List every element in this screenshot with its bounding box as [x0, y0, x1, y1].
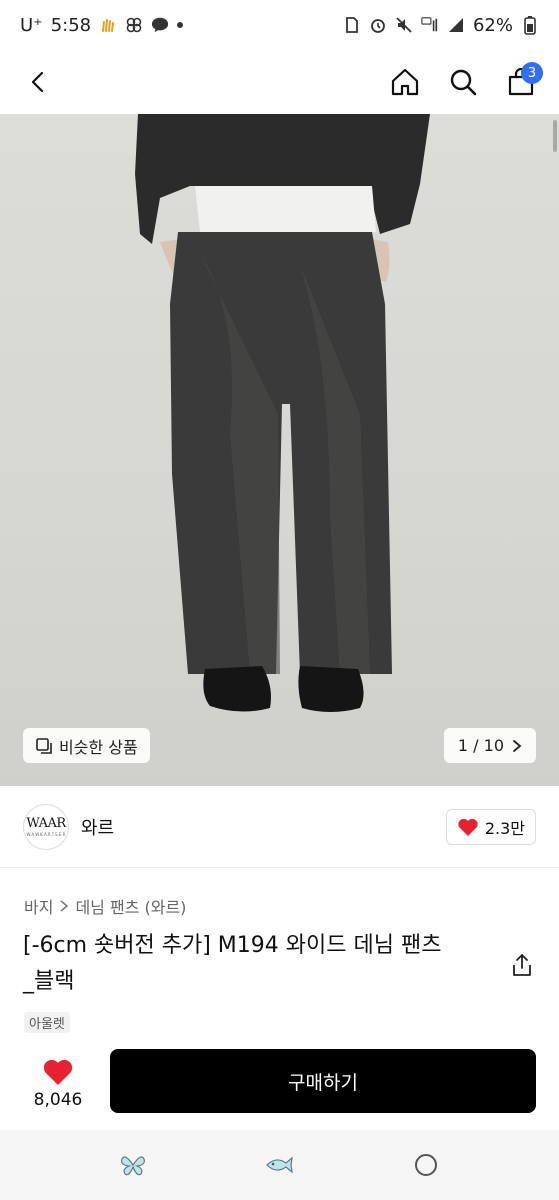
battery-level: 62%	[472, 14, 513, 36]
bottom-nav	[0, 1130, 559, 1200]
status-bar: U⁺ 5:58 62%	[0, 0, 559, 50]
circle-home-icon	[414, 1154, 437, 1176]
breadcrumb-item-category[interactable]: 바지	[24, 894, 53, 918]
gesture-app-icon	[99, 16, 117, 34]
fish-icon	[266, 1156, 294, 1174]
share-icon	[513, 954, 531, 976]
wish-count: 8,046	[33, 1090, 83, 1110]
brand-like-count: 2.3만	[484, 818, 525, 838]
back-button[interactable]	[18, 62, 58, 102]
product-title-line2: _블랙	[23, 969, 75, 994]
top-nav: 3	[0, 50, 559, 114]
butterfly-icon	[121, 1156, 146, 1176]
search-button[interactable]	[443, 62, 483, 102]
carrier-label: U⁺	[20, 14, 43, 36]
heart-icon	[458, 818, 478, 836]
buy-bar: 8,046 구매하기	[0, 1040, 559, 1128]
cart-count-badge: 3	[521, 62, 543, 84]
cart-button[interactable]: 3	[501, 62, 543, 102]
bottom-nav-fish[interactable]	[259, 1145, 299, 1185]
mute-icon	[395, 16, 413, 34]
product-title: [-6cm 숏버전 추가] M194 와이드 데님 팬츠 _블랙	[23, 928, 493, 1000]
brand-name[interactable]: 와르	[81, 814, 114, 840]
copy-icon	[36, 737, 52, 754]
notification-dot-icon	[177, 22, 184, 28]
cell-signal-icon	[447, 16, 465, 34]
heart-icon	[43, 1059, 73, 1085]
wish-button[interactable]: 8,046	[23, 1058, 93, 1110]
product-title-line1: [-6cm 숏버전 추가] M194 와이드 데님 팬츠	[23, 933, 442, 958]
home-button[interactable]	[385, 62, 425, 102]
battery-icon	[521, 16, 539, 35]
image-scroll-indicator	[553, 120, 557, 152]
similar-products-label: 비슷한 상품	[59, 737, 138, 757]
brand-logo-text: WAAR	[26, 816, 66, 831]
buy-button[interactable]: 구매하기	[110, 1049, 536, 1113]
sim-icon	[343, 16, 361, 34]
breadcrumb-item-subcategory[interactable]: 데님 팬츠 (와르)	[75, 894, 186, 918]
outlet-tag: 아울렛	[24, 1012, 70, 1033]
home-icon	[391, 68, 419, 96]
brand-logo-subtext: W.A.W.K.A.R.T.S.E.R	[26, 832, 66, 837]
brand-like-button[interactable]: 2.3만	[445, 808, 536, 845]
bottom-nav-butterfly[interactable]	[113, 1145, 153, 1185]
clock: 5:58	[50, 14, 92, 36]
brand-row[interactable]: WAAR W.A.W.K.A.R.T.S.E.R 와르 2.3만	[0, 786, 559, 868]
breadcrumb: 바지 데님 팬츠 (와르)	[24, 894, 186, 918]
search-icon	[450, 69, 477, 96]
alarm-icon	[369, 16, 387, 34]
chevron-left-icon	[31, 71, 44, 93]
chevron-right-icon	[60, 900, 69, 912]
product-image[interactable]: 비슷한 상품 1 / 10	[0, 114, 559, 786]
page-counter-text: 1 / 10	[457, 736, 504, 755]
image-page-counter[interactable]: 1 / 10	[443, 728, 536, 763]
5g-signal-icon	[421, 16, 439, 34]
chevron-right-icon	[513, 739, 522, 752]
talk-icon	[151, 16, 169, 34]
brand-logo[interactable]: WAAR W.A.W.K.A.R.T.S.E.R	[23, 803, 69, 850]
similar-products-button[interactable]: 비슷한 상품	[23, 728, 150, 763]
product-photo	[135, 114, 430, 712]
pinwheel-icon	[125, 16, 143, 34]
bottom-nav-home[interactable]	[406, 1145, 446, 1185]
share-button[interactable]	[509, 952, 535, 978]
